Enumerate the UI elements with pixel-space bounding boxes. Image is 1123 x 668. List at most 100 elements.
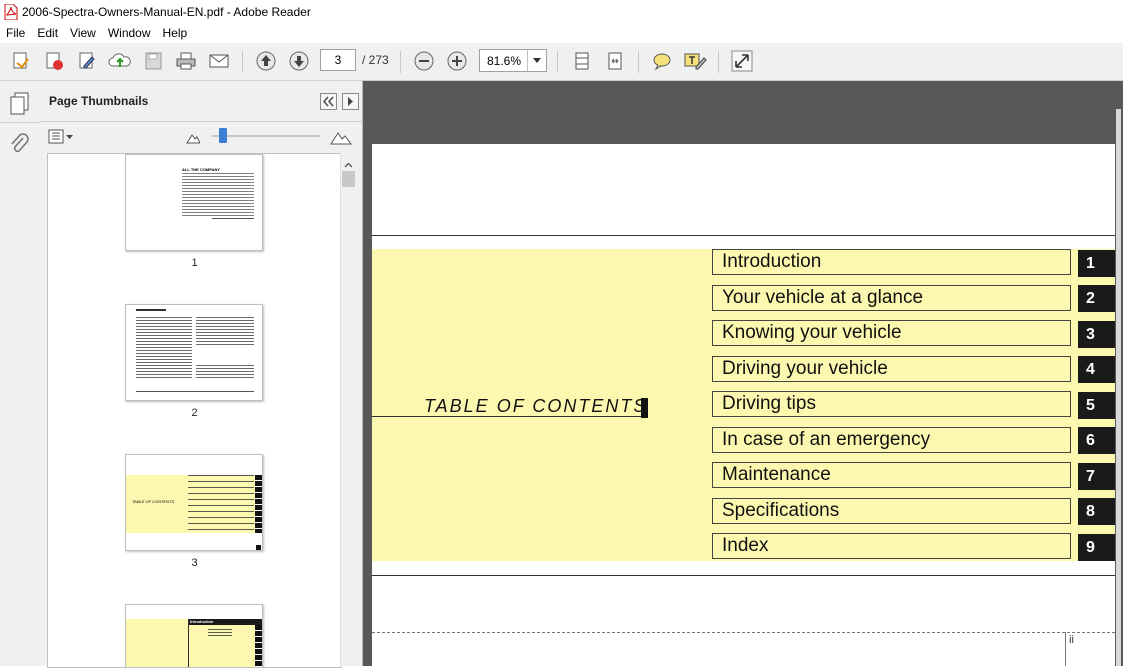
thumbnail-page-4[interactable]: Introduction — [125, 604, 263, 667]
zoom-level-select[interactable]: 81.6% — [479, 49, 547, 72]
zoom-out-button[interactable] — [411, 49, 437, 73]
fit-page-button[interactable] — [569, 49, 595, 73]
thumbnail-options-button[interactable] — [48, 129, 74, 145]
toc-entry-vehicle-at-a-glance[interactable]: Your vehicle at a glance — [712, 285, 1071, 311]
toc-entry-index[interactable]: Index — [712, 533, 1071, 559]
thumbnail-page-2[interactable] — [125, 304, 263, 401]
toc-entry-specifications[interactable]: Specifications — [712, 498, 1071, 524]
toc-entry-knowing-vehicle[interactable]: Knowing your vehicle — [712, 320, 1071, 346]
expand-arrows-icon — [731, 50, 753, 72]
panel-header: Page Thumbnails — [40, 81, 362, 122]
toolbar-separator — [557, 51, 558, 73]
toolbar — [0, 43, 1123, 81]
next-page-button[interactable] — [286, 49, 312, 73]
menu-edit[interactable]: Edit — [31, 26, 64, 40]
menu-window[interactable]: Window — [102, 26, 157, 40]
thumbnail-size-large-icon[interactable] — [330, 129, 352, 145]
chevron-down-icon[interactable] — [527, 50, 546, 71]
thumbnail-toc-caption: TABLE OF CONTENTS — [132, 499, 175, 504]
fit-width-button[interactable] — [602, 49, 628, 73]
toolbar-separator — [718, 51, 719, 73]
minus-circle-icon — [414, 51, 434, 71]
page-number-input[interactable]: 3 — [320, 49, 356, 71]
expand-view-button[interactable] — [729, 49, 755, 73]
collapse-panel-button[interactable] — [320, 93, 337, 110]
thumbnail-size-small-icon[interactable] — [186, 131, 201, 144]
toc-chapter-number: 8 — [1078, 498, 1115, 525]
zoom-value: 81.6% — [487, 54, 522, 68]
attachments-icon[interactable] — [10, 133, 30, 157]
toolbar-separator — [638, 51, 639, 73]
document-viewport[interactable]: TABLE OF CONTENTS Introduction 1 Your ve… — [363, 81, 1123, 666]
window-title: 2006-Spectra-Owners-Manual-EN.pdf - Adob… — [22, 4, 311, 19]
toc-chapter-number: 9 — [1078, 534, 1115, 561]
arrow-down-icon — [289, 51, 309, 71]
panel-title: Page Thumbnails — [49, 94, 149, 108]
zoom-in-button[interactable] — [444, 49, 470, 73]
footer-dashed-rule — [372, 632, 1115, 633]
page-thumbnails-panel: Page Thumbnails ALL THE COMPANY 1 2 TABL… — [40, 81, 363, 668]
chevron-right-icon — [348, 97, 353, 106]
thumbnail-label: 1 — [191, 257, 198, 269]
save-button[interactable] — [140, 49, 166, 73]
cloud-upload-icon — [108, 53, 131, 67]
create-pdf-icon — [46, 52, 63, 70]
thumbnail-page-3[interactable]: TABLE OF CONTENTS — [125, 454, 263, 551]
create-pdf-button[interactable] — [41, 49, 67, 73]
toc-chapter-number: 7 — [1078, 463, 1115, 490]
page-number-footer: ii — [1069, 634, 1074, 646]
print-button[interactable] — [173, 49, 199, 73]
thumbnail-scrollbar[interactable] — [340, 153, 356, 666]
open-file-button[interactable] — [8, 49, 34, 73]
plus-circle-icon — [447, 51, 467, 71]
highlight-text-button[interactable] — [682, 49, 708, 73]
toc-entry-maintenance[interactable]: Maintenance — [712, 462, 1071, 488]
thumbnail-size-slider[interactable] — [212, 135, 320, 137]
document-scrollbar[interactable] — [1116, 109, 1121, 666]
toc-entry-emergency[interactable]: In case of an emergency — [712, 427, 1071, 453]
title-bar: 2006-Spectra-Owners-Manual-EN.pdf - Adob… — [0, 0, 1123, 23]
thumbnail-list[interactable]: ALL THE COMPANY 1 2 TABLE OF CONTENTS 3 — [47, 153, 342, 668]
header-rule — [372, 235, 1115, 236]
toc-chapter-number: 3 — [1078, 321, 1115, 348]
envelope-icon — [209, 54, 229, 68]
scrollbar-thumb[interactable] — [342, 171, 355, 187]
text-cursor — [641, 398, 648, 418]
edit-pdf-button[interactable] — [74, 49, 100, 73]
highlighter-icon — [684, 53, 707, 70]
footer-divider — [1065, 632, 1066, 666]
panel-menu-button[interactable] — [342, 93, 359, 110]
page-thumbnails-icon[interactable] — [9, 91, 31, 115]
printer-icon — [176, 52, 196, 70]
fit-width-icon — [608, 52, 622, 70]
toc-entry-driving-tips[interactable]: Driving tips — [712, 391, 1071, 417]
page-count: / 273 — [362, 53, 389, 67]
open-icon — [13, 52, 29, 69]
toc-title: TABLE OF CONTENTS — [424, 396, 648, 416]
toc-entry-driving-vehicle[interactable]: Driving your vehicle — [712, 356, 1071, 382]
options-list-icon — [48, 129, 73, 144]
thumbnail-page-1[interactable]: ALL THE COMPANY — [125, 154, 263, 251]
toc-chapter-number: 4 — [1078, 356, 1115, 383]
comment-button[interactable] — [649, 49, 675, 73]
edit-document-icon — [79, 52, 95, 69]
arrow-up-icon — [256, 51, 276, 71]
menu-help[interactable]: Help — [157, 26, 194, 40]
menu-view[interactable]: View — [64, 26, 102, 40]
pdf-page: TABLE OF CONTENTS Introduction 1 Your ve… — [372, 144, 1115, 666]
toc-entry-introduction[interactable]: Introduction — [712, 249, 1071, 275]
email-button[interactable] — [206, 49, 232, 73]
thumbnail-heading: Introduction — [190, 619, 214, 624]
thumbnail-heading: ALL THE COMPANY — [182, 167, 221, 172]
toc-chapter-number: 2 — [1078, 285, 1115, 312]
toc-chapter-number: 1 — [1078, 250, 1115, 277]
double-chevron-left-icon — [323, 96, 334, 107]
scroll-up-arrow[interactable] — [344, 157, 353, 168]
slider-handle[interactable] — [219, 128, 227, 143]
toc-chapter-number: 5 — [1078, 392, 1115, 419]
previous-page-button[interactable] — [253, 49, 279, 73]
cloud-upload-button[interactable] — [107, 49, 133, 73]
menu-file[interactable]: File — [0, 26, 31, 40]
chevron-up-icon — [344, 162, 353, 168]
speech-bubble-icon — [653, 53, 671, 71]
